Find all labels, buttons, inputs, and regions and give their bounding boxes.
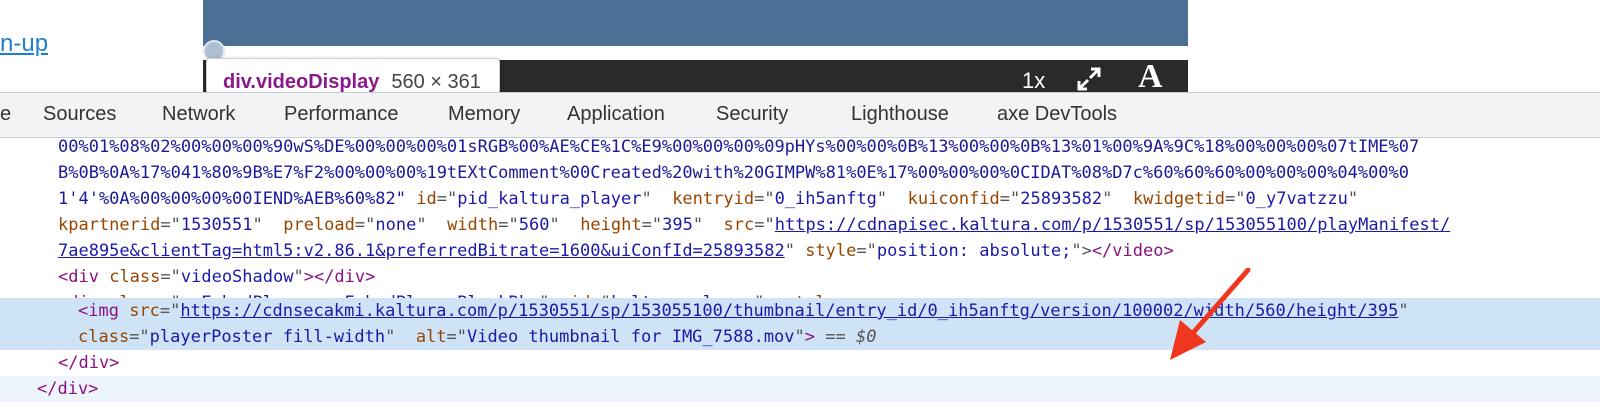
tab-elements-clipped[interactable]: e [0,103,11,126]
page-viewport: n-up 1x A div.videoDisplay 560 × 361 [0,0,1600,92]
tab-application[interactable]: Application [567,103,665,126]
attr-value: playerPoster fill-width [149,327,386,347]
playback-rate-button[interactable]: 1x [1022,68,1045,92]
attr-value: videoShadow [180,267,294,287]
tab-performance[interactable]: Performance [284,103,399,126]
tab-network[interactable]: Network [162,103,235,126]
attr-name: class [78,327,130,347]
tag-open: <img [78,301,119,321]
console-ref-eq: == [825,327,846,347]
attr-value: 0_ih5anftg [774,189,877,209]
close-div-tag: </div> [58,353,120,373]
code-line-video-shadow[interactable]: <div class="videoShadow"></div> [0,264,1600,290]
attr-name: kuiconfid [907,189,1000,209]
attr-name: src [129,301,160,321]
attr-name: kpartnerid [58,215,161,235]
attr-name: id [416,189,437,209]
tab-security[interactable]: Security [716,103,788,126]
tag-end: > [804,327,816,347]
captions-button[interactable]: A [1138,58,1163,92]
fullscreen-icon[interactable] [1076,66,1102,92]
element-inspect-tooltip: div.videoDisplay 560 × 361 [206,58,500,92]
attr-value: 395 [662,215,693,235]
code-line-close-div[interactable]: </div> [0,350,1600,376]
tab-sources[interactable]: Sources [43,103,116,126]
console-ref-var: $0 [856,327,877,347]
attr-value: none [375,215,417,235]
tab-lighthouse[interactable]: Lighthouse [851,103,949,126]
attr-value: 25893582 [1020,189,1103,209]
attr-name: preload [283,215,355,235]
code-line-img[interactable]: <img src="https://cdnsecakmi.kaltura.com… [0,298,1600,324]
video-display[interactable] [203,0,1188,46]
attr-name: kwidgetid [1132,189,1226,209]
devtools-tab-bar: e Sources Network Performance Memory App… [0,92,1600,138]
attr-name: kentryid [672,189,755,209]
attr-name: width [447,215,499,235]
code-line-5[interactable]: 7ae895e&clientTag=html5:v2.86.1&preferre… [0,238,1600,264]
attr-name: style [805,241,857,261]
code-line-img-attrs[interactable]: class="playerPoster fill-width" alt="Vid… [0,324,1600,350]
code-line-3[interactable]: 1'4'%0A%00%00%00%00IEND%AEB%60%82" id="p… [0,186,1600,212]
attr-value: 560 [518,215,550,235]
tooltip-dimensions: 560 × 361 [391,71,481,92]
attr-name: height [580,215,642,235]
attr-value: 0_y7vatzzu [1245,189,1348,209]
attr-name: class [109,267,161,287]
code-line-1[interactable]: 00%01%08%02%00%00%00%90wS%DE%00%00%00%01… [0,138,1600,160]
data-uri-text: B%0B%0A%17%041%80%9B%E7%F2%00%00%00%19tE… [58,163,1410,183]
tag-close: ></div> [303,267,376,287]
tooltip-element-name: div.videoDisplay [223,71,380,92]
elements-tree: 00%01%08%02%00%00%00%90wS%DE%00%00%00%01… [0,138,1600,411]
attr-value: 1530551 [180,215,253,235]
attr-value: Video thumbnail for IMG_7588.mov [467,327,795,347]
tab-memory[interactable]: Memory [448,103,520,126]
attr-name: src [723,215,755,235]
thumbnail-src-link[interactable]: https://cdnsecakmi.kaltura.com/p/1530551… [180,301,1398,321]
close-div-tag: </div> [37,379,99,399]
data-uri-text: 00%01%08%02%00%00%00%90wS%DE%00%00%00%01… [58,138,1420,157]
code-line-close-div-outer[interactable]: </div> [0,376,1600,402]
close-video-tag: </video> [1091,241,1174,261]
data-uri-text: 1'4'%0A%00%00%00%00IEND%AEB%60%82" [58,189,406,209]
attr-name: alt [415,327,447,347]
code-line-2[interactable]: B%0B%0A%17%041%80%9B%E7%F2%00%00%00%19tE… [0,160,1600,186]
page-link[interactable]: n-up [0,30,48,58]
code-line-4[interactable]: kpartnerid="1530551" preload="none" widt… [0,212,1600,238]
src-link-continued[interactable]: 7ae895e&clientTag=html5:v2.86.1&preferre… [58,241,785,261]
tag-open: <div [58,267,99,287]
src-link[interactable]: https://cdnapisec.kaltura.com/p/1530551/… [775,215,1451,235]
attr-value: pid_kaltura_player [457,189,642,209]
tab-axe-devtools[interactable]: axe DevTools [997,103,1117,126]
attr-value: position: absolute; [876,241,1072,261]
